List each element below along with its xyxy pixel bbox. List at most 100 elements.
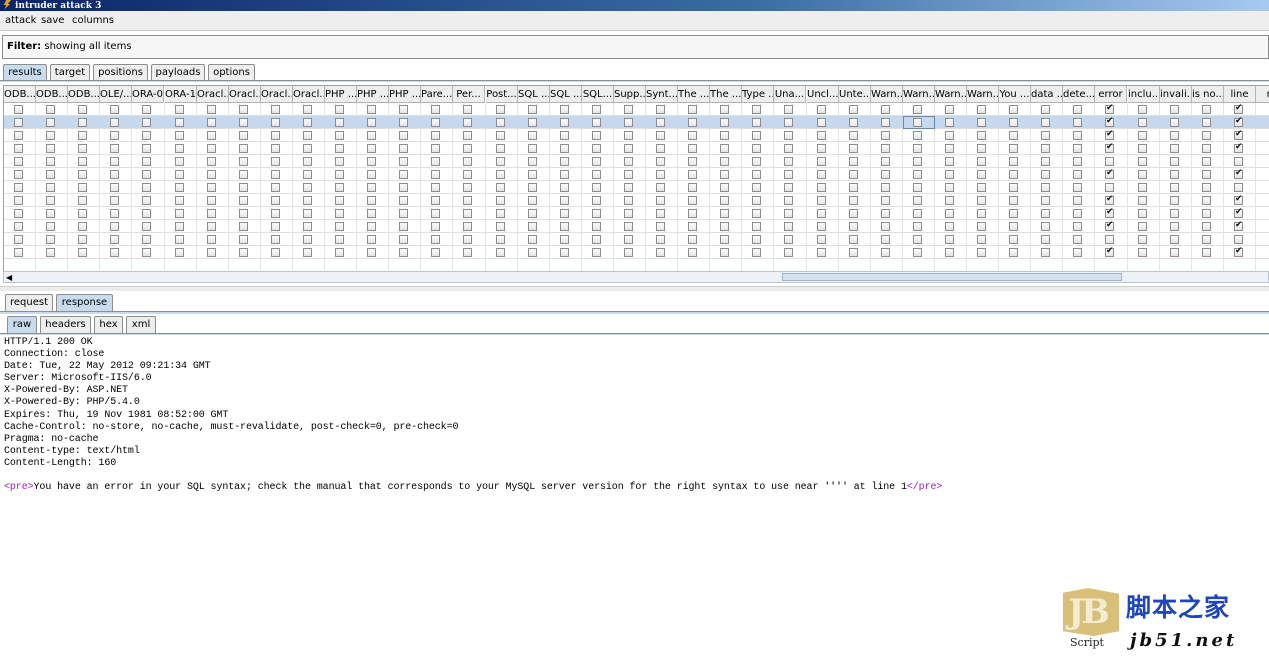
match-checkbox[interactable] — [1009, 118, 1018, 127]
match-checkbox[interactable] — [592, 131, 601, 140]
match-checkbox[interactable] — [624, 222, 633, 231]
match-checkbox[interactable] — [784, 170, 793, 179]
match-checkbox[interactable] — [367, 144, 376, 153]
match-checkbox[interactable] — [752, 131, 761, 140]
split-pane-divider[interactable] — [0, 286, 1269, 291]
match-checkbox[interactable] — [78, 118, 87, 127]
table-row[interactable] — [4, 207, 1269, 220]
match-checkbox[interactable] — [110, 235, 119, 244]
match-checkbox[interactable] — [271, 105, 280, 114]
match-checkbox[interactable] — [1009, 183, 1018, 192]
match-checkbox[interactable] — [1138, 209, 1147, 218]
match-checkbox[interactable] — [463, 118, 472, 127]
match-checkbox[interactable] — [46, 209, 55, 218]
menu-columns[interactable]: columns — [72, 15, 114, 26]
match-checkbox[interactable] — [1234, 194, 1243, 205]
match-checkbox[interactable] — [945, 248, 954, 257]
match-checkbox[interactable] — [752, 157, 761, 166]
match-checkbox[interactable] — [239, 222, 248, 231]
match-checkbox[interactable] — [977, 170, 986, 179]
tab-raw[interactable]: raw — [7, 316, 37, 334]
match-checkbox[interactable] — [1202, 196, 1211, 205]
table-row[interactable] — [4, 220, 1269, 233]
match-checkbox[interactable] — [849, 118, 858, 127]
match-checkbox[interactable] — [528, 235, 537, 244]
column-header[interactable]: m — [1256, 86, 1269, 103]
column-header[interactable]: Warn... — [967, 86, 999, 103]
match-checkbox[interactable] — [656, 196, 665, 205]
match-checkbox[interactable] — [239, 196, 248, 205]
match-checkbox[interactable] — [367, 118, 376, 127]
match-checkbox[interactable] — [528, 131, 537, 140]
match-checkbox[interactable] — [207, 183, 216, 192]
match-checkbox[interactable] — [431, 170, 440, 179]
column-header[interactable]: data ... — [1031, 86, 1063, 103]
match-checkbox[interactable] — [175, 118, 184, 127]
match-checkbox[interactable] — [431, 131, 440, 140]
match-checkbox[interactable] — [1073, 222, 1082, 231]
match-checkbox[interactable] — [977, 105, 986, 114]
results-table[interactable]: ODB... ODB... ODB... OLE/... ORA-0 ORA-1 Oracl… — [3, 85, 1269, 271]
match-checkbox[interactable] — [1105, 142, 1114, 153]
match-checkbox[interactable] — [142, 118, 151, 127]
match-checkbox[interactable] — [1138, 118, 1147, 127]
match-checkbox[interactable] — [1041, 118, 1050, 127]
match-checkbox[interactable] — [110, 196, 119, 205]
match-checkbox[interactable] — [207, 248, 216, 257]
match-checkbox[interactable] — [303, 209, 312, 218]
match-checkbox[interactable] — [720, 157, 729, 166]
match-checkbox[interactable] — [1202, 157, 1211, 166]
match-checkbox[interactable] — [303, 222, 312, 231]
column-header[interactable]: ODB... — [36, 86, 68, 103]
match-checkbox[interactable] — [945, 157, 954, 166]
match-checkbox[interactable] — [881, 183, 890, 192]
match-checkbox[interactable] — [463, 131, 472, 140]
match-checkbox[interactable] — [78, 105, 87, 114]
match-checkbox[interactable] — [752, 144, 761, 153]
match-checkbox[interactable] — [881, 248, 890, 257]
match-checkbox[interactable] — [207, 170, 216, 179]
column-header[interactable]: dete... — [1063, 86, 1095, 103]
match-checkbox[interactable] — [1041, 183, 1050, 192]
match-checkbox[interactable] — [1170, 157, 1179, 166]
match-checkbox[interactable] — [977, 183, 986, 192]
match-checkbox[interactable] — [1105, 129, 1114, 140]
column-header[interactable]: ODB... — [68, 86, 100, 103]
match-checkbox[interactable] — [752, 105, 761, 114]
match-checkbox[interactable] — [463, 170, 472, 179]
match-checkbox[interactable] — [303, 131, 312, 140]
column-header[interactable]: Post... — [486, 86, 518, 103]
match-checkbox[interactable] — [399, 235, 408, 244]
match-checkbox[interactable] — [399, 248, 408, 257]
match-checkbox[interactable] — [1234, 116, 1243, 127]
match-checkbox[interactable] — [239, 131, 248, 140]
match-checkbox[interactable] — [945, 209, 954, 218]
match-checkbox[interactable] — [46, 170, 55, 179]
column-header[interactable]: invali... — [1160, 86, 1192, 103]
match-checkbox[interactable] — [528, 118, 537, 127]
match-checkbox[interactable] — [1138, 131, 1147, 140]
column-header[interactable]: Pare... — [421, 86, 453, 103]
match-checkbox[interactable] — [399, 222, 408, 231]
match-checkbox[interactable] — [560, 183, 569, 192]
match-checkbox[interactable] — [592, 222, 601, 231]
match-checkbox[interactable] — [399, 118, 408, 127]
column-header[interactable]: Synt... — [646, 86, 678, 103]
match-checkbox[interactable] — [1041, 105, 1050, 114]
table-row[interactable] — [4, 194, 1269, 207]
match-checkbox[interactable] — [1234, 142, 1243, 153]
match-checkbox[interactable] — [849, 235, 858, 244]
match-checkbox[interactable] — [142, 144, 151, 153]
match-checkbox[interactable] — [207, 235, 216, 244]
match-checkbox[interactable] — [399, 196, 408, 205]
match-checkbox[interactable] — [1009, 144, 1018, 153]
match-checkbox[interactable] — [78, 248, 87, 257]
match-checkbox[interactable] — [1041, 144, 1050, 153]
match-checkbox[interactable] — [239, 209, 248, 218]
match-checkbox[interactable] — [110, 209, 119, 218]
match-checkbox[interactable] — [528, 144, 537, 153]
column-header[interactable]: Oracl... — [197, 86, 229, 103]
match-checkbox[interactable] — [431, 235, 440, 244]
match-checkbox[interactable] — [688, 222, 697, 231]
match-checkbox[interactable] — [624, 183, 633, 192]
